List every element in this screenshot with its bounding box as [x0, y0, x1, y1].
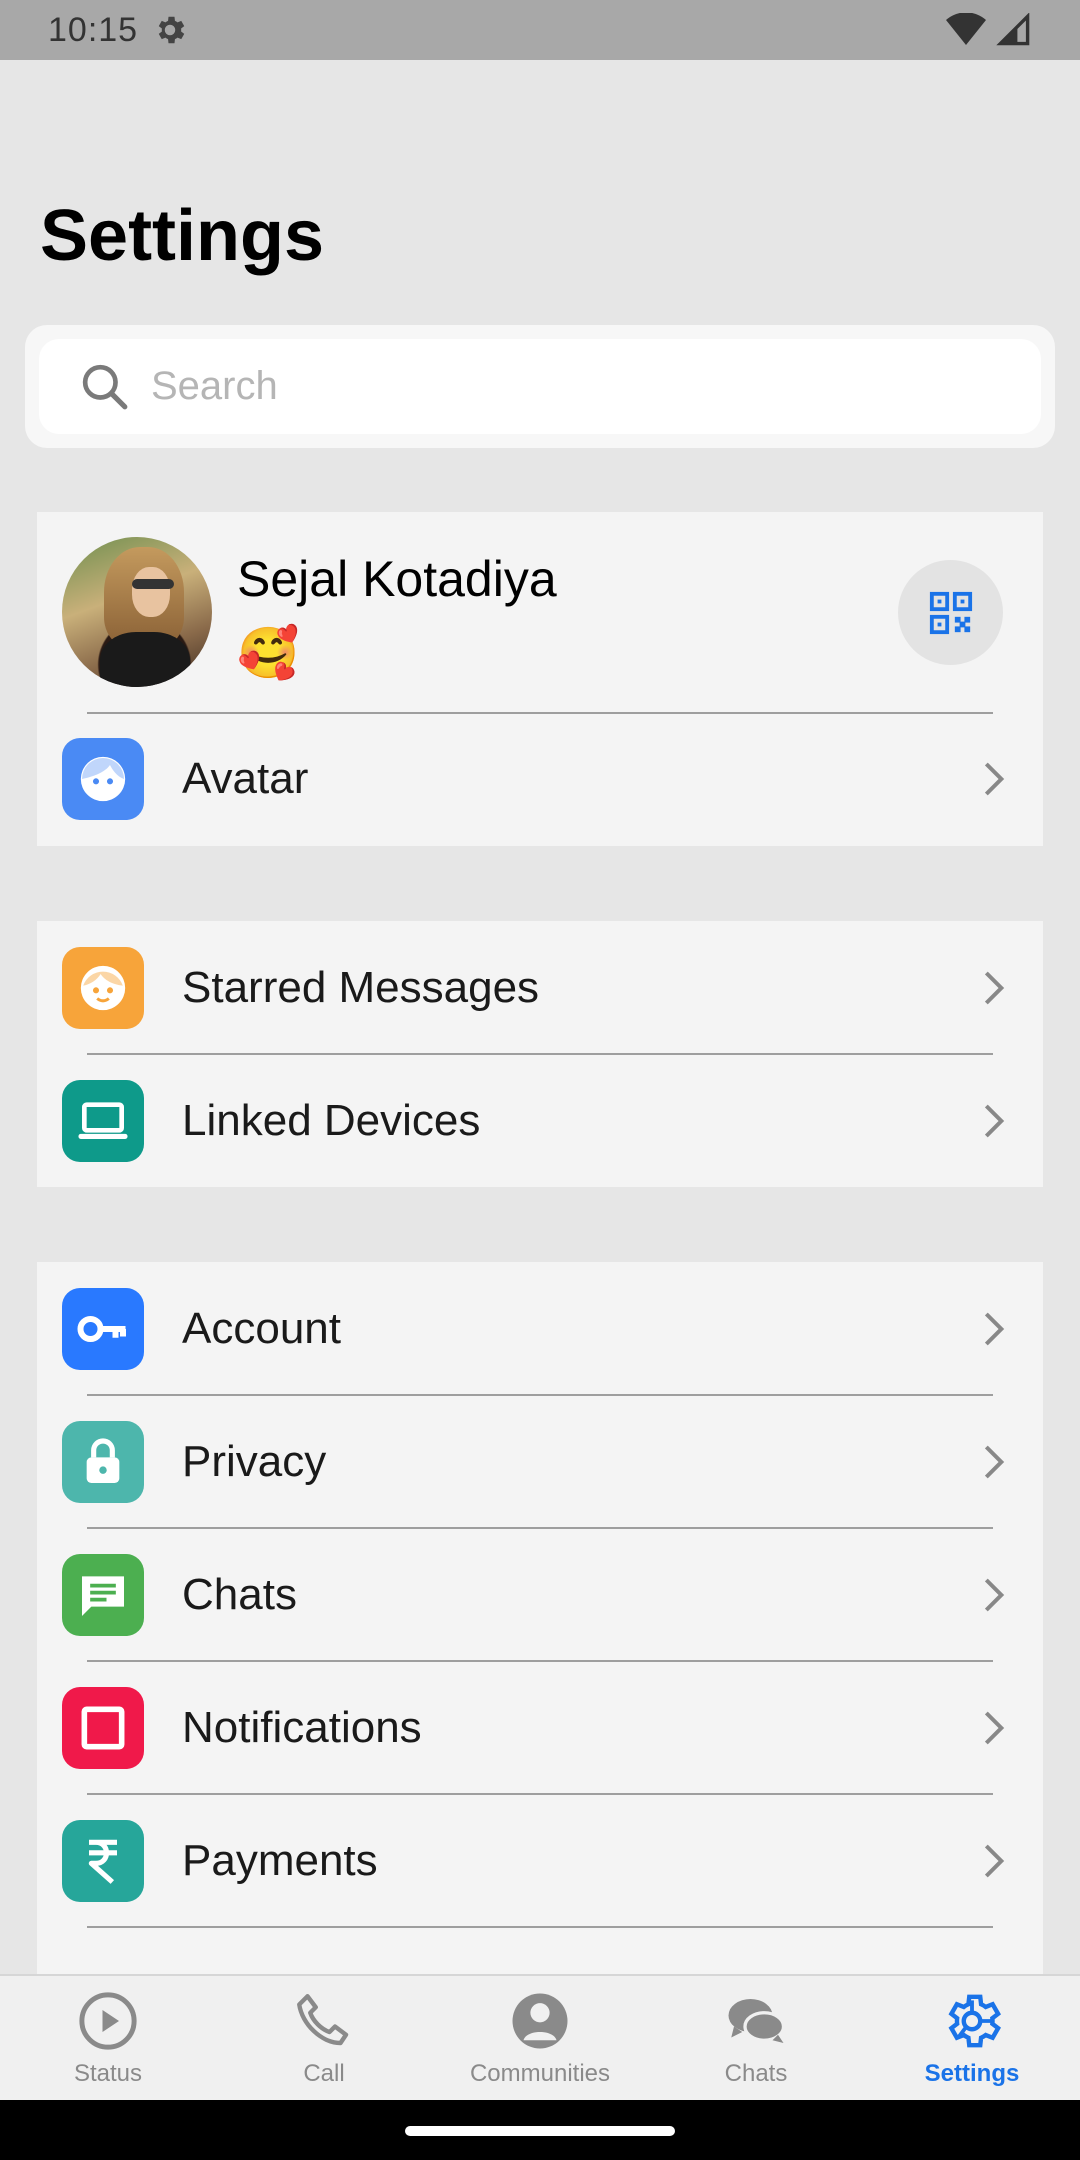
privacy-label: Privacy	[182, 1437, 327, 1486]
wifi-icon	[946, 13, 986, 45]
chevron-right-icon	[984, 1104, 1005, 1138]
profile-name: Sejal Kotadiya	[237, 551, 557, 607]
key-icon	[62, 1288, 144, 1370]
gesture-bar	[0, 2100, 1080, 2160]
cellular-signal-icon	[996, 13, 1030, 46]
nav-communities-label: Communities	[469, 2060, 611, 2087]
nav-settings-label: Settings	[924, 2060, 1020, 2087]
status-time: 10:15	[48, 10, 139, 49]
search-input[interactable]	[151, 364, 1011, 409]
play-circle-icon	[79, 1992, 137, 2050]
page-title: Settings	[40, 196, 325, 276]
phone-icon	[297, 1994, 349, 2046]
chats-label: Chats	[182, 1570, 297, 1619]
nav-settings[interactable]: Settings	[864, 1976, 1080, 2100]
linked-devices-label: Linked Devices	[182, 1096, 481, 1145]
chevron-right-icon	[984, 1578, 1005, 1612]
settings-row-avatar[interactable]: Avatar	[37, 712, 1043, 846]
settings-screen: 10:15 Settings Search Sejal Kotadiya 🥰 A…	[0, 0, 1080, 2160]
status-bar: 10:15	[0, 0, 1080, 60]
settings-row-privacy[interactable]: Privacy	[37, 1395, 1043, 1529]
nav-call-label: Call	[303, 2060, 345, 2087]
square-icon	[62, 1687, 144, 1769]
settings-row-linked-devices[interactable]: Linked Devices	[37, 1054, 1043, 1188]
chevron-right-icon	[984, 971, 1005, 1005]
laptop-icon	[62, 1080, 144, 1162]
qr-code-button[interactable]	[898, 560, 1003, 665]
communities-icon	[512, 1993, 568, 2049]
account-label: Account	[182, 1304, 341, 1353]
bottom-navigation: Status Call Communities Chats Settings	[0, 1974, 1080, 2100]
nav-status[interactable]: Status	[0, 1976, 216, 2100]
qr-code-icon	[929, 591, 972, 634]
chat-bubble-icon	[62, 1554, 144, 1636]
profile-card: Sejal Kotadiya 🥰 Avatar	[37, 512, 1043, 846]
nav-communities[interactable]: Communities	[432, 1976, 648, 2100]
settings-gear-icon	[948, 1994, 1001, 2048]
settings-row-payments[interactable]: Payments	[37, 1794, 1043, 1928]
settings-row-account[interactable]: Account	[37, 1262, 1043, 1396]
settings-row-starred-messages[interactable]: Starred Messages	[37, 921, 1043, 1055]
lock-icon	[62, 1421, 144, 1503]
search-box[interactable]	[39, 339, 1041, 434]
nav-status-label: Status	[73, 2060, 143, 2087]
payments-label: Payments	[182, 1836, 378, 1885]
chats-bubbles-icon	[728, 1999, 786, 2043]
profile-photo[interactable]	[62, 537, 212, 687]
search-icon	[82, 364, 128, 409]
settings-group-3: Account Privacy Chats Notifications Paym…	[37, 1262, 1043, 2075]
nav-chats[interactable]: Chats	[648, 1976, 864, 2100]
status-icons	[946, 13, 1032, 47]
search-bar	[25, 325, 1055, 448]
avatar-label: Avatar	[182, 754, 309, 803]
starred-messages-label: Starred Messages	[182, 963, 540, 1012]
nav-call[interactable]: Call	[216, 1976, 432, 2100]
settings-row-notifications[interactable]: Notifications	[37, 1661, 1043, 1795]
chevron-right-icon	[984, 1711, 1005, 1745]
profile-row[interactable]: Sejal Kotadiya 🥰	[37, 512, 1043, 712]
notifications-label: Notifications	[182, 1703, 422, 1752]
gear-icon	[158, 16, 185, 44]
avatar-face-icon	[62, 738, 144, 820]
chevron-right-icon	[984, 1844, 1005, 1878]
starred-face-icon	[62, 947, 144, 1029]
chevron-right-icon	[984, 762, 1005, 796]
settings-group-2: Starred Messages Linked Devices	[37, 921, 1043, 1187]
nav-chats-label: Chats	[724, 2060, 788, 2087]
settings-row-chats[interactable]: Chats	[37, 1528, 1043, 1662]
rupee-icon	[62, 1820, 144, 1902]
profile-status: 🥰	[237, 625, 300, 681]
home-gesture-handle[interactable]	[405, 2126, 675, 2136]
chevron-right-icon	[984, 1445, 1005, 1479]
chevron-right-icon	[984, 1312, 1005, 1346]
